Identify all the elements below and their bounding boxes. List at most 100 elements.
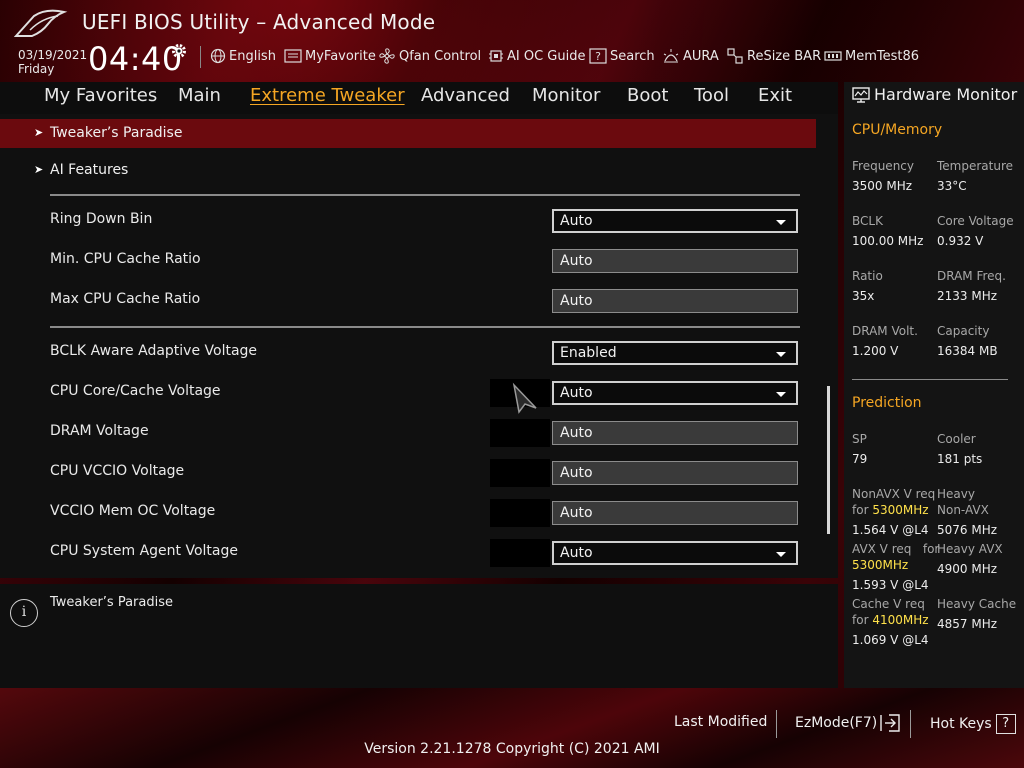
- hw-value-core-voltage: 0.932 V: [937, 234, 984, 248]
- version-text: Version 2.21.1278 Copyright (C) 2021 AMI: [364, 741, 660, 757]
- field-value: Auto: [560, 253, 593, 269]
- setting-label-cpu-core-cache-voltage: CPU Core/Cache Voltage: [50, 383, 221, 399]
- hw-value-frequency: 3500 MHz: [852, 179, 913, 193]
- last-modified-label: Last Modified: [674, 714, 768, 730]
- myfavorite-button[interactable]: MyFavorite: [284, 47, 376, 65]
- hw-value-cooler: 181 pts: [937, 452, 983, 466]
- section-label: AI Features: [50, 162, 129, 178]
- hot-keys-label: Hot Keys: [930, 716, 992, 732]
- cpu-memory-heading: CPU/Memory: [852, 122, 943, 138]
- cpu-vccio-voltage-input[interactable]: Auto: [552, 461, 798, 485]
- field-value: Auto: [560, 425, 593, 441]
- language-label: English: [229, 48, 276, 64]
- footer-separator: [910, 710, 911, 738]
- section-ai-features[interactable]: ➤ AI Features: [0, 156, 816, 185]
- tab-boot[interactable]: Boot: [627, 85, 668, 106]
- tab-advanced[interactable]: Advanced: [421, 85, 510, 106]
- dropdown-value: Auto: [560, 385, 593, 401]
- search-button[interactable]: ? Search: [589, 47, 655, 65]
- field-value: Auto: [560, 505, 593, 521]
- section-divider: [50, 194, 800, 196]
- svg-text:?: ?: [595, 50, 601, 63]
- aura-button[interactable]: AURA: [662, 47, 719, 65]
- max-cpu-cache-ratio-input[interactable]: Auto: [552, 289, 798, 313]
- hw-label-ratio: Ratio: [852, 269, 883, 283]
- qfan-control-button[interactable]: Qfan Control: [378, 47, 481, 65]
- tab-bar: My Favorites Main Extreme Tweaker Advanc…: [0, 82, 838, 114]
- hw-label-heavy-avx: Heavy AVX: [937, 542, 1003, 556]
- cpu-core-cache-voltage-dropdown[interactable]: Auto: [552, 381, 798, 405]
- date-display: 03/19/2021 Friday: [18, 48, 87, 76]
- scrollbar[interactable]: [827, 386, 830, 534]
- hw-value-cache: 1.069 V @L4: [852, 633, 929, 647]
- section-label: Tweaker’s Paradise: [50, 125, 183, 141]
- hw-label-heavy: Heavy: [937, 487, 975, 501]
- bclk-aware-adaptive-voltage-dropdown[interactable]: Enabled: [552, 341, 798, 365]
- hw-value-dram-freq: 2133 MHz: [937, 289, 998, 303]
- hw-cache-freq: 4100MHz: [872, 613, 929, 627]
- hw-label-cooler: Cooler: [937, 432, 976, 446]
- setting-label-bclk-aware-adaptive-voltage: BCLK Aware Adaptive Voltage: [50, 343, 258, 359]
- hw-value-capacity: 16384 MB: [937, 344, 998, 358]
- hw-label-capacity: Capacity: [937, 324, 990, 338]
- language-button[interactable]: English: [210, 47, 276, 65]
- expand-arrow-icon: ➤: [34, 163, 44, 176]
- mouse-cursor-icon: [512, 382, 537, 414]
- hw-nonavx-freq: 5300MHz: [872, 503, 929, 517]
- hw-label-dram-volt: DRAM Volt.: [852, 324, 918, 338]
- hw-label-temperature: Temperature: [937, 159, 1014, 173]
- cpu-system-agent-voltage-dropdown[interactable]: Auto: [552, 541, 798, 565]
- tab-tool[interactable]: Tool: [694, 85, 729, 106]
- ai-oc-guide-label: AI OC Guide: [507, 48, 586, 64]
- clock: 04:40: [88, 40, 183, 78]
- section-divider: [50, 326, 800, 328]
- resize-bar-button[interactable]: ReSize BAR: [726, 47, 821, 65]
- footer-separator: [776, 710, 777, 738]
- favorite-icon: [284, 49, 302, 63]
- aura-label: AURA: [683, 48, 719, 64]
- last-modified-button[interactable]: Last Modified: [674, 714, 767, 730]
- hw-label-for: for: [852, 613, 869, 627]
- tab-my-favorites[interactable]: My Favorites: [44, 85, 157, 106]
- hw-value-heavy-cache: 4857 MHz: [937, 617, 998, 631]
- hw-avx-freq: 5300MHz: [852, 558, 909, 572]
- hw-value-ratio: 35x: [852, 289, 875, 303]
- current-value-box: [490, 499, 550, 527]
- ezmode-button[interactable]: EzMode(F7): [795, 714, 901, 732]
- gear-icon[interactable]: [170, 42, 188, 60]
- ai-chip-icon: [489, 50, 503, 62]
- hw-label-dram-freq: DRAM Freq.: [937, 269, 1006, 283]
- hw-label-avx-req: AVX V req for: [852, 542, 939, 556]
- dropdown-arrow-icon: [776, 220, 786, 225]
- setting-label-vccio-mem-oc-voltage: VCCIO Mem OC Voltage: [50, 503, 216, 519]
- hardware-monitor-panel: Hardware Monitor CPU/Memory Frequency 35…: [844, 82, 1024, 688]
- prediction-heading: Prediction: [852, 395, 922, 411]
- tab-main[interactable]: Main: [178, 85, 221, 106]
- vccio-mem-oc-voltage-input[interactable]: Auto: [552, 501, 798, 525]
- hw-label-nonavx-for: for 5300MHz: [852, 503, 929, 517]
- setting-label-ring-down-bin: Ring Down Bin: [50, 211, 153, 227]
- hw-label-core-voltage: Core Voltage: [937, 214, 1014, 228]
- hw-label-nonavx-req: NonAVX V req: [852, 487, 936, 501]
- tab-exit[interactable]: Exit: [758, 85, 792, 106]
- field-value: Auto: [560, 465, 593, 481]
- hw-label-bclk: BCLK: [852, 214, 883, 228]
- hot-keys-button[interactable]: Hot Keys ?: [930, 714, 1016, 734]
- tab-monitor[interactable]: Monitor: [532, 85, 600, 106]
- hw-divider: [852, 379, 1008, 380]
- memtest86-button[interactable]: MemTest86: [824, 47, 919, 65]
- header: UEFI BIOS Utility – Advanced Mode 03/19/…: [0, 0, 1024, 82]
- tab-extreme-tweaker[interactable]: Extreme Tweaker: [250, 85, 405, 106]
- ring-down-bin-dropdown[interactable]: Auto: [552, 209, 798, 233]
- hw-value-heavy-nonavx: 5076 MHz: [937, 523, 998, 537]
- memory-icon: [824, 51, 842, 61]
- min-cpu-cache-ratio-input[interactable]: Auto: [552, 249, 798, 273]
- help-key-icon: ?: [995, 714, 1016, 734]
- section-tweakers-paradise[interactable]: ➤ Tweaker’s Paradise: [0, 119, 816, 148]
- qfan-control-label: Qfan Control: [399, 48, 482, 64]
- field-value: Auto: [560, 293, 593, 309]
- current-value-box: [490, 419, 550, 447]
- dram-voltage-input[interactable]: Auto: [552, 421, 798, 445]
- ai-oc-guide-button[interactable]: AI OC Guide: [488, 47, 585, 65]
- date-text: 03/19/2021: [18, 48, 88, 62]
